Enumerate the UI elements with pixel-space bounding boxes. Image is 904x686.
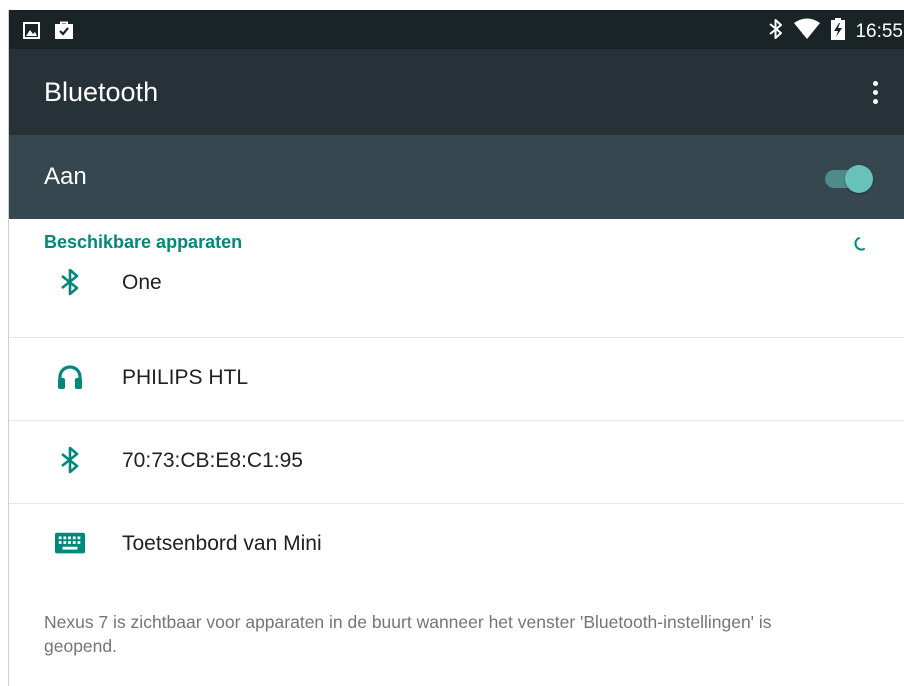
device-item[interactable]: 70:73:CB:E8:C1:95 bbox=[9, 421, 904, 504]
status-bar: 16:55 bbox=[9, 10, 904, 49]
settings-screen: 16:55 Bluetooth Aan Beschikbare apparate… bbox=[8, 10, 904, 686]
device-name: 70:73:CB:E8:C1:95 bbox=[122, 449, 303, 472]
headphones-icon bbox=[55, 362, 85, 392]
battery-charging-icon bbox=[831, 18, 846, 45]
switch-label: Aan bbox=[44, 163, 87, 190]
bluetooth-icon bbox=[55, 445, 85, 475]
spinner-icon bbox=[853, 236, 867, 257]
section-header: Beschikbare apparaten bbox=[44, 232, 243, 252]
system-icons: 16:55 bbox=[769, 18, 903, 45]
device-item[interactable]: Toetsenbord van Mini bbox=[9, 504, 904, 586]
notification-icons bbox=[23, 20, 74, 45]
toggle-thumb bbox=[845, 165, 873, 193]
clock: 16:55 bbox=[855, 20, 903, 42]
bluetooth-toggle[interactable] bbox=[823, 163, 875, 193]
device-name: One bbox=[122, 271, 162, 294]
page-title: Bluetooth bbox=[44, 77, 159, 107]
shopping-bag-notification-icon bbox=[54, 20, 74, 45]
device-list: One PHILIPS HTL 70:73:CB:E8:C1:95 Toetse… bbox=[9, 255, 904, 586]
image-notification-icon bbox=[23, 21, 40, 44]
bluetooth-icon bbox=[55, 267, 85, 297]
bluetooth-switch-bar[interactable]: Aan bbox=[9, 135, 904, 219]
device-item[interactable]: PHILIPS HTL bbox=[9, 338, 904, 421]
app-bar: Bluetooth bbox=[9, 49, 904, 135]
wifi-icon bbox=[793, 18, 821, 45]
device-name: PHILIPS HTL bbox=[122, 366, 249, 389]
more-vert-icon[interactable] bbox=[865, 75, 885, 109]
device-name: Toetsenbord van Mini bbox=[122, 532, 322, 555]
keyboard-icon bbox=[55, 528, 85, 558]
visibility-info-text: Nexus 7 is zichtbaar voor apparaten in d… bbox=[44, 612, 772, 656]
device-item[interactable]: One bbox=[9, 255, 904, 338]
bluetooth-icon bbox=[769, 18, 783, 45]
